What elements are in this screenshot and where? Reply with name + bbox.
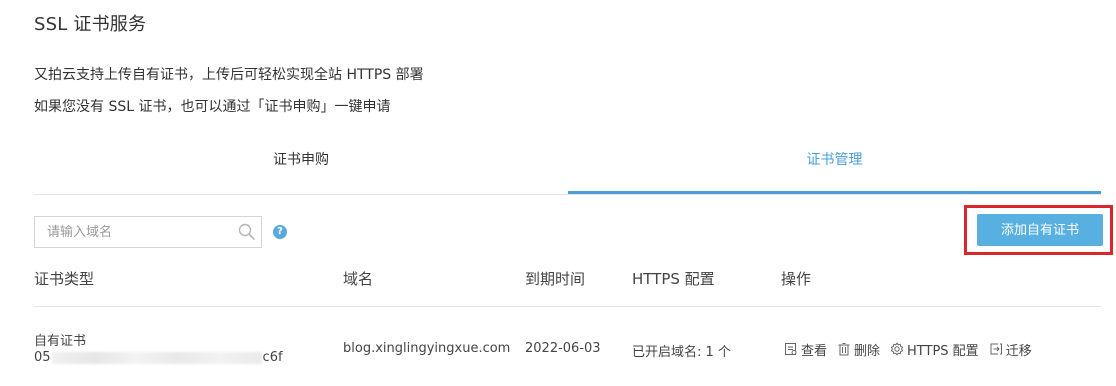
tab-cert-management[interactable]: 证书管理: [568, 136, 1101, 194]
cert-id-redacted: [51, 351, 262, 364]
intro-line-1: 又拍云支持上传自有证书，上传后可轻松实现全站 HTTPS 部署: [34, 67, 424, 83]
table-header: 证书类型 域名 到期时间 HTTPS 配置 操作: [34, 266, 1101, 307]
delete-action[interactable]: 删除: [837, 340, 880, 359]
settings-icon: [890, 342, 904, 356]
expiry-value: 2022-06-03: [525, 341, 601, 356]
delete-icon: [838, 343, 850, 356]
cert-type: 自有证书: [34, 334, 87, 349]
search-icon[interactable]: [237, 222, 257, 242]
view-label: 查看: [801, 343, 828, 359]
delete-label: 删除: [854, 343, 881, 359]
help-icon[interactable]: ?: [273, 225, 287, 239]
add-own-certificate-button[interactable]: 添加自有证书: [977, 214, 1103, 246]
row-actions: 查看 删除 HTTPS 配置 迁移: [784, 339, 1042, 359]
https-config-label: HTTPS 配置: [907, 343, 979, 359]
column-header-actions: 操作: [781, 270, 812, 288]
https-config-action[interactable]: HTTPS 配置: [890, 340, 979, 359]
table-row: 自有证书 05 c6f blog.xinglingyingxue.com 2022…: [34, 322, 1101, 382]
view-action[interactable]: 查看: [784, 340, 827, 359]
column-header-domain: 域名: [343, 270, 374, 288]
cert-id-suffix: c6f: [262, 350, 283, 365]
view-icon: [785, 343, 797, 355]
tab-bar: 证书申购 证书管理: [34, 136, 1101, 195]
column-header-https: HTTPS 配置: [632, 270, 715, 288]
search-box: [34, 216, 262, 248]
cert-id: 05 c6f: [34, 350, 283, 365]
column-header-cert-type: 证书类型: [34, 270, 95, 288]
migrate-action[interactable]: 迁移: [989, 340, 1032, 359]
migrate-label: 迁移: [1005, 343, 1032, 359]
domain-value: blog.xinglingyingxue.com: [343, 341, 511, 356]
tab-cert-purchase[interactable]: 证书申购: [34, 136, 568, 194]
migrate-icon: [990, 343, 1002, 355]
cert-id-prefix: 05: [34, 350, 51, 365]
https-status: 已开启域名: 1 个: [632, 345, 731, 360]
page-title: SSL 证书服务: [34, 14, 147, 35]
column-header-expiry: 到期时间: [525, 270, 586, 288]
search-input[interactable]: [35, 217, 231, 247]
intro-line-2: 如果您没有 SSL 证书，也可以通过「证书申购」一键申请: [34, 99, 391, 115]
